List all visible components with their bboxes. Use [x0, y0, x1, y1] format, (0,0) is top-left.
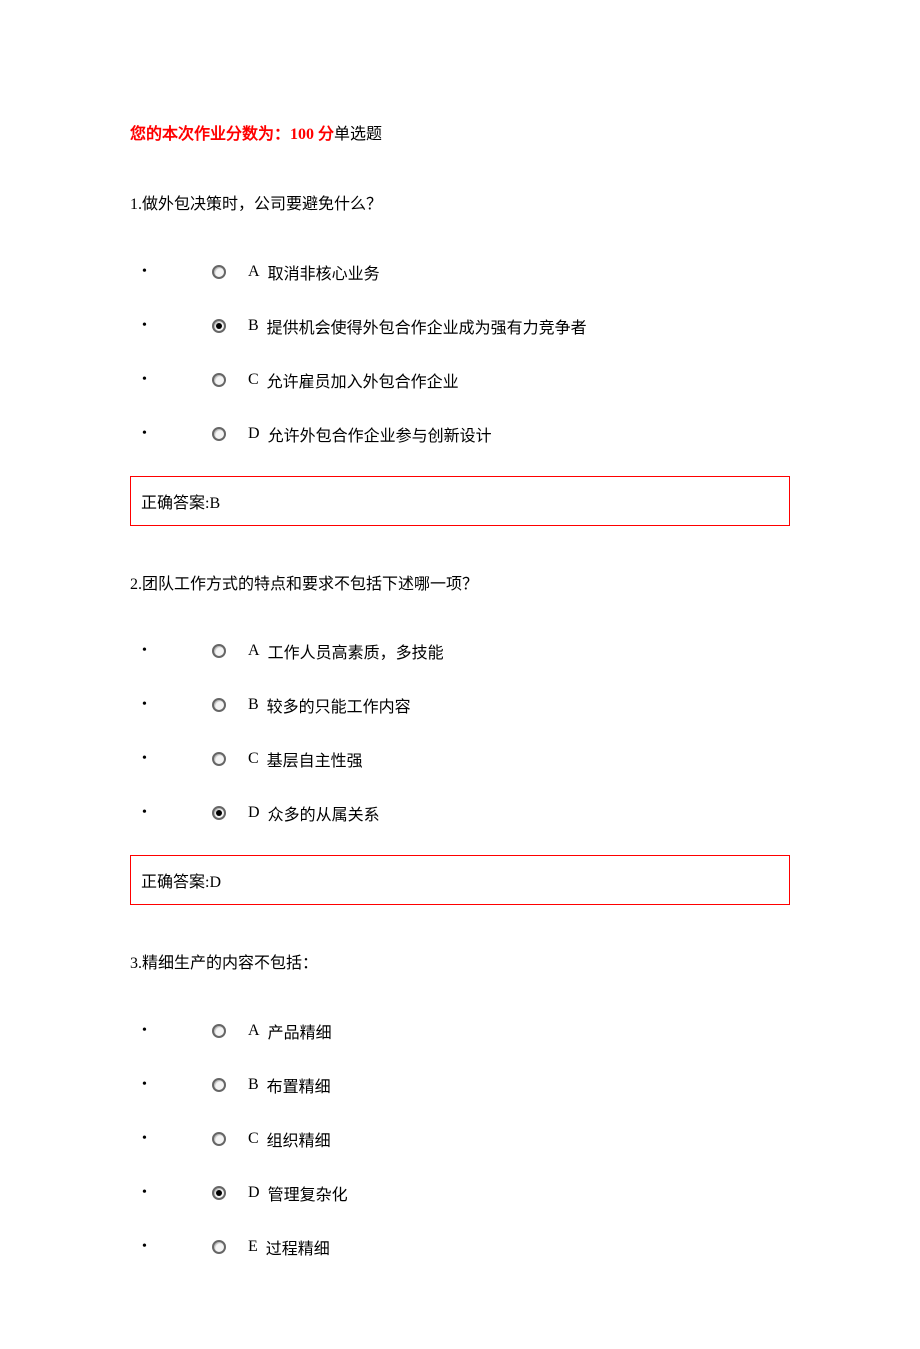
list-item: A 产品精细 — [142, 1019, 790, 1043]
answer-label: 正确答案: — [141, 495, 209, 512]
list-item: A 工作人员高素质，多技能 — [142, 639, 790, 663]
radio-icon[interactable] — [212, 265, 226, 279]
option-label: 过程精细 — [266, 1235, 330, 1259]
option-label: 众多的从属关系 — [268, 801, 380, 825]
option-label: 工作人员高素质，多技能 — [268, 639, 444, 663]
option-letter: A — [248, 263, 260, 281]
radio-icon[interactable] — [212, 698, 226, 712]
option-label: 布置精细 — [267, 1073, 331, 1097]
list-item: E 过程精细 — [142, 1235, 790, 1259]
options-list: A 工作人员高素质，多技能 B 较多的只能工作内容 C 基层自主性强 D 众多的… — [142, 639, 790, 825]
radio-icon[interactable] — [212, 373, 226, 387]
list-item: C 基层自主性强 — [142, 747, 790, 771]
radio-icon[interactable] — [212, 1186, 226, 1200]
option-label: 基层自主性强 — [267, 747, 363, 771]
question-number: 3. — [130, 955, 142, 972]
section-type: 单选题 — [334, 126, 382, 143]
list-item: B 提供机会使得外包合作企业成为强有力竞争者 — [142, 314, 790, 338]
option-letter: E — [248, 1238, 258, 1256]
question-body: 团队工作方式的特点和要求不包括下述哪一项？ — [142, 576, 478, 593]
answer-value: D — [209, 874, 221, 891]
answer-label: 正确答案: — [141, 874, 209, 891]
radio-icon[interactable] — [212, 1240, 226, 1254]
options-list: A 取消非核心业务 B 提供机会使得外包合作企业成为强有力竞争者 C 允许雇员加… — [142, 260, 790, 446]
question-block: 2.团队工作方式的特点和要求不包括下述哪一项？ A 工作人员高素质，多技能 B … — [130, 572, 790, 906]
radio-icon[interactable] — [212, 1024, 226, 1038]
radio-icon[interactable] — [212, 319, 226, 333]
question-text: 2.团队工作方式的特点和要求不包括下述哪一项？ — [130, 572, 790, 598]
question-text: 1.做外包决策时，公司要避免什么？ — [130, 192, 790, 218]
radio-icon[interactable] — [212, 644, 226, 658]
question-block: 1.做外包决策时，公司要避免什么？ A 取消非核心业务 B 提供机会使得外包合作… — [130, 192, 790, 526]
list-item: D 允许外包合作企业参与创新设计 — [142, 422, 790, 446]
list-item: A 取消非核心业务 — [142, 260, 790, 284]
question-body: 精细生产的内容不包括： — [142, 955, 318, 972]
radio-icon[interactable] — [212, 1132, 226, 1146]
option-label: 提供机会使得外包合作企业成为强有力竞争者 — [267, 314, 587, 338]
option-label: 较多的只能工作内容 — [267, 693, 411, 717]
question-number: 1. — [130, 196, 142, 213]
score-header: 您的本次作业分数为：100 分单选题 — [130, 120, 790, 144]
option-letter: B — [248, 317, 259, 335]
question-number: 2. — [130, 576, 142, 593]
option-letter: D — [248, 1184, 260, 1202]
answer-box: 正确答案:D — [130, 855, 790, 905]
question-text: 3.精细生产的内容不包括： — [130, 951, 790, 977]
option-letter: C — [248, 1130, 259, 1148]
score-value: 100 分 — [290, 126, 334, 143]
option-letter: D — [248, 804, 260, 822]
answer-value: B — [209, 495, 220, 512]
list-item: D 众多的从属关系 — [142, 801, 790, 825]
radio-icon[interactable] — [212, 806, 226, 820]
radio-icon[interactable] — [212, 1078, 226, 1092]
option-label: 取消非核心业务 — [268, 260, 380, 284]
list-item: C 组织精细 — [142, 1127, 790, 1151]
option-label: 产品精细 — [268, 1019, 332, 1043]
option-letter: A — [248, 1022, 260, 1040]
options-list: A 产品精细 B 布置精细 C 组织精细 D 管理复杂化 E 过程精细 — [142, 1019, 790, 1259]
list-item: B 布置精细 — [142, 1073, 790, 1097]
option-letter: D — [248, 425, 260, 443]
option-label: 允许外包合作企业参与创新设计 — [268, 422, 492, 446]
option-letter: C — [248, 371, 259, 389]
option-letter: A — [248, 642, 260, 660]
question-body: 做外包决策时，公司要避免什么？ — [142, 196, 382, 213]
radio-icon[interactable] — [212, 427, 226, 441]
option-label: 允许雇员加入外包合作企业 — [267, 368, 459, 392]
option-label: 管理复杂化 — [268, 1181, 348, 1205]
option-label: 组织精细 — [267, 1127, 331, 1151]
option-letter: B — [248, 1076, 259, 1094]
option-letter: B — [248, 696, 259, 714]
list-item: D 管理复杂化 — [142, 1181, 790, 1205]
radio-icon[interactable] — [212, 752, 226, 766]
option-letter: C — [248, 750, 259, 768]
answer-box: 正确答案:B — [130, 476, 790, 526]
question-block: 3.精细生产的内容不包括： A 产品精细 B 布置精细 C 组织精细 D 管理复… — [130, 951, 790, 1259]
score-prefix: 您的本次作业分数为： — [130, 126, 290, 143]
list-item: C 允许雇员加入外包合作企业 — [142, 368, 790, 392]
list-item: B 较多的只能工作内容 — [142, 693, 790, 717]
